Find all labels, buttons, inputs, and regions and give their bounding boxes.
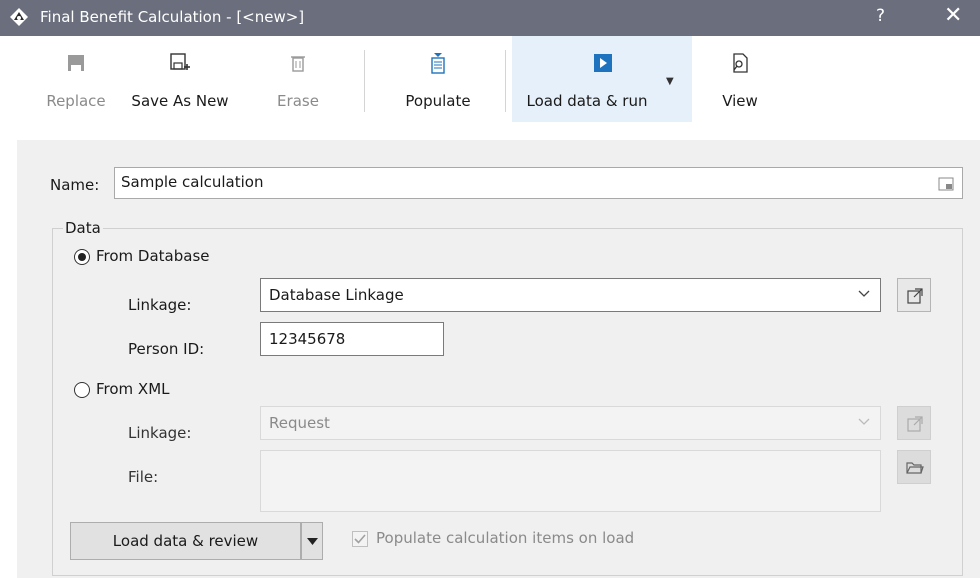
xml-linkage-select[interactable]: Request xyxy=(260,406,881,440)
view-button[interactable]: View xyxy=(700,36,780,122)
app-logo-icon xyxy=(10,8,28,26)
external-link-icon xyxy=(907,288,923,304)
populate-on-load-checkbox[interactable] xyxy=(352,531,368,547)
xml-linkage-open-button[interactable] xyxy=(897,406,931,440)
from-database-radio[interactable] xyxy=(74,249,90,265)
trash-icon xyxy=(291,56,305,72)
name-value: Sample calculation xyxy=(121,173,264,191)
external-link-icon xyxy=(907,416,923,432)
file-path-input[interactable] xyxy=(260,450,881,512)
populate-on-load-label: Populate calculation items on load xyxy=(376,529,635,547)
view-document-icon xyxy=(733,53,748,73)
load-data-run-label: Load data & run xyxy=(526,92,648,110)
populate-label: Populate xyxy=(405,92,471,110)
toolbar-separator xyxy=(505,50,506,112)
view-label: View xyxy=(722,92,758,110)
name-input[interactable]: Sample calculation xyxy=(114,167,963,199)
xml-linkage-value: Request xyxy=(269,414,330,432)
title-bar: Final Benefit Calculation - [<new>] ? ✕ xyxy=(0,0,980,36)
chevron-down-icon xyxy=(858,418,870,425)
folder-open-icon xyxy=(906,462,924,474)
person-id-label: Person ID: xyxy=(128,340,205,358)
save-as-new-button[interactable]: Save As New xyxy=(128,36,232,122)
erase-label: Erase xyxy=(277,92,319,110)
load-data-run-button[interactable]: Load data & run xyxy=(512,36,692,122)
expand-editor-icon[interactable] xyxy=(938,176,954,192)
toolbar-separator xyxy=(364,50,365,112)
replace-label: Replace xyxy=(46,92,106,110)
db-linkage-open-button[interactable] xyxy=(897,278,931,312)
person-id-value: 12345678 xyxy=(269,330,346,348)
xml-linkage-label: Linkage: xyxy=(128,424,192,442)
populate-button[interactable]: Populate xyxy=(380,36,496,122)
save-disk-icon xyxy=(68,55,84,71)
load-data-review-label: Load data & review xyxy=(112,532,259,550)
help-button[interactable]: ? xyxy=(876,6,885,26)
db-linkage-select[interactable]: Database Linkage xyxy=(260,278,881,312)
from-database-label: From Database xyxy=(96,247,210,265)
db-linkage-value: Database Linkage xyxy=(269,286,404,304)
name-label: Name: xyxy=(50,176,100,194)
load-data-review-dropdown-button[interactable] xyxy=(301,522,323,560)
replace-button[interactable]: Replace xyxy=(36,36,116,122)
play-icon xyxy=(594,54,612,72)
from-xml-radio[interactable] xyxy=(74,382,90,398)
caret-down-icon xyxy=(307,538,318,545)
person-id-input[interactable]: 12345678 xyxy=(260,322,444,356)
populate-icon xyxy=(431,53,445,74)
db-linkage-label: Linkage: xyxy=(128,296,192,314)
checkmark-icon xyxy=(354,534,366,544)
save-as-new-label: Save As New xyxy=(131,92,229,110)
save-as-new-icon xyxy=(170,53,190,70)
toolbar: Replace Save As New Erase Populate Load … xyxy=(0,36,980,124)
browse-file-button[interactable] xyxy=(897,450,931,484)
load-data-run-dropdown-arrow-icon[interactable]: ▼ xyxy=(666,76,674,87)
chevron-down-icon xyxy=(858,290,870,297)
close-button[interactable]: ✕ xyxy=(944,3,962,28)
radio-selected-dot xyxy=(78,253,86,261)
data-group-label: Data xyxy=(63,219,103,237)
from-xml-label: From XML xyxy=(96,380,170,398)
window-title: Final Benefit Calculation - [<new>] xyxy=(40,8,305,26)
erase-button[interactable]: Erase xyxy=(258,36,338,122)
file-label: File: xyxy=(128,468,159,486)
load-data-review-button[interactable]: Load data & review xyxy=(70,522,301,560)
